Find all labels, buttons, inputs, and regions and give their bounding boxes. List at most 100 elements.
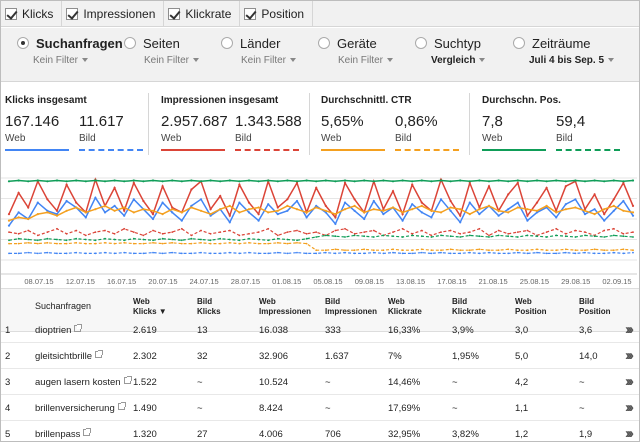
data-point[interactable] — [622, 232, 625, 235]
row-expand-icon[interactable]: ››› — [625, 425, 634, 441]
data-point[interactable] — [411, 180, 414, 183]
data-point[interactable] — [603, 236, 606, 238]
data-point[interactable] — [161, 232, 164, 235]
data-point[interactable] — [449, 248, 452, 251]
data-point[interactable] — [219, 242, 222, 245]
data-point[interactable] — [324, 179, 327, 182]
data-point[interactable] — [84, 211, 87, 214]
data-point[interactable] — [334, 213, 337, 216]
data-point[interactable] — [583, 213, 587, 216]
checkbox-icon[interactable] — [5, 8, 17, 20]
data-point[interactable] — [295, 208, 299, 211]
data-point[interactable] — [564, 185, 567, 188]
data-point[interactable] — [75, 206, 78, 209]
data-point[interactable] — [7, 213, 11, 216]
data-point[interactable] — [631, 211, 635, 214]
data-point[interactable] — [247, 201, 251, 204]
data-point[interactable] — [545, 186, 548, 189]
data-point[interactable] — [267, 252, 270, 255]
data-point[interactable] — [151, 209, 155, 212]
data-point[interactable] — [113, 238, 116, 241]
data-point[interactable] — [104, 229, 106, 232]
data-point[interactable] — [564, 208, 567, 211]
data-point[interactable] — [152, 239, 154, 242]
data-point[interactable] — [593, 252, 596, 255]
row-expand-icon[interactable]: ››› — [625, 373, 634, 390]
data-point[interactable] — [75, 229, 78, 232]
data-point[interactable] — [526, 214, 529, 217]
data-point[interactable] — [190, 242, 193, 245]
data-point[interactable] — [142, 238, 145, 241]
data-point[interactable] — [296, 241, 298, 244]
data-point[interactable] — [132, 211, 135, 214]
data-point[interactable] — [593, 179, 596, 182]
data-point[interactable] — [209, 242, 212, 245]
performance-chart[interactable]: 08.07.15 12.07.15 16.07.15 20.07.15 24.07.15… — [1, 164, 639, 288]
data-point[interactable] — [440, 231, 442, 233]
data-point[interactable] — [468, 234, 471, 237]
dimension-filter[interactable]: Vergleich — [431, 55, 486, 66]
data-point[interactable] — [132, 231, 135, 233]
toggle-klickrate[interactable]: Klickrate — [164, 1, 241, 27]
data-point[interactable] — [324, 234, 327, 237]
data-point[interactable] — [200, 251, 202, 254]
data-point[interactable] — [478, 179, 481, 182]
data-point[interactable] — [516, 249, 519, 252]
data-point[interactable] — [459, 232, 462, 235]
data-point[interactable] — [123, 251, 126, 254]
row-expand-icon[interactable]: ››› — [625, 347, 634, 364]
data-point[interactable] — [180, 227, 183, 230]
series-line-klicks-bild[interactable] — [9, 251, 634, 255]
data-point[interactable] — [526, 234, 529, 237]
data-point[interactable] — [17, 237, 20, 240]
data-point[interactable] — [440, 251, 442, 254]
data-point[interactable] — [219, 208, 222, 211]
data-point[interactable] — [36, 252, 39, 255]
data-point[interactable] — [449, 209, 452, 212]
data-point[interactable] — [27, 180, 30, 183]
data-point[interactable] — [440, 234, 442, 237]
data-point[interactable] — [161, 201, 164, 204]
data-point[interactable] — [103, 211, 107, 214]
data-point[interactable] — [36, 201, 39, 204]
data-point[interactable] — [372, 180, 375, 183]
query-link[interactable]: augen lasern kosten — [35, 376, 132, 388]
data-point[interactable] — [420, 211, 423, 214]
data-point[interactable] — [372, 236, 375, 238]
data-point[interactable] — [75, 241, 78, 244]
data-point[interactable] — [161, 242, 164, 245]
data-point[interactable] — [555, 227, 558, 230]
data-point[interactable] — [555, 211, 558, 214]
data-point[interactable] — [430, 180, 433, 183]
data-point[interactable] — [94, 252, 97, 255]
data-point[interactable] — [267, 227, 270, 230]
data-point[interactable] — [27, 251, 30, 254]
data-point[interactable] — [478, 208, 481, 211]
data-point[interactable] — [123, 206, 126, 209]
data-point[interactable] — [113, 186, 116, 189]
data-point[interactable] — [526, 180, 529, 183]
data-point[interactable] — [488, 234, 490, 237]
data-point[interactable] — [151, 179, 155, 182]
data-point[interactable] — [161, 180, 164, 183]
data-point[interactable] — [545, 180, 548, 183]
data-point[interactable] — [430, 216, 433, 219]
table-row[interactable]: 5 brillenpass 1.320 27 4.006 706 32,95% … — [1, 421, 639, 441]
data-point[interactable] — [123, 241, 126, 244]
data-point[interactable] — [46, 251, 49, 254]
data-point[interactable] — [612, 251, 615, 254]
data-point[interactable] — [276, 206, 279, 209]
data-point[interactable] — [430, 252, 433, 255]
data-point[interactable] — [507, 180, 510, 183]
data-point[interactable] — [55, 179, 59, 182]
data-point[interactable] — [295, 199, 299, 203]
data-point[interactable] — [343, 208, 347, 211]
data-point[interactable] — [171, 179, 174, 182]
data-point[interactable] — [305, 232, 308, 235]
data-point[interactable] — [17, 211, 20, 214]
data-point[interactable] — [180, 180, 183, 183]
data-point[interactable] — [564, 203, 567, 206]
data-point[interactable] — [276, 209, 279, 212]
data-point[interactable] — [123, 214, 126, 217]
data-point[interactable] — [401, 179, 404, 182]
